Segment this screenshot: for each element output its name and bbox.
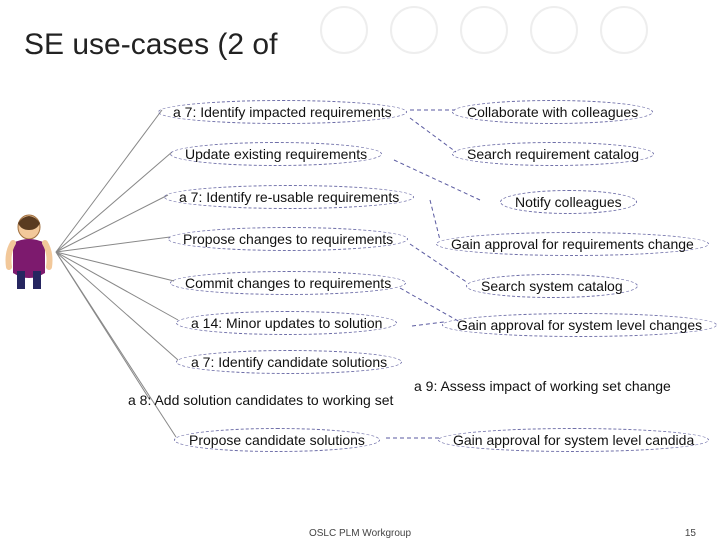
usecase-update-existing-requirements: Update existing requirements	[170, 142, 382, 166]
usecase-search-requirement-catalog: Search requirement catalog	[452, 142, 654, 166]
deco-circle	[390, 6, 438, 54]
usecase-propose-changes-requirements: Propose changes to requirements	[168, 227, 408, 251]
usecase-search-system-catalog: Search system catalog	[466, 274, 638, 298]
usecase-assess-impact-working-set: a 9: Assess impact of working set change	[414, 378, 671, 394]
deco-circle	[530, 6, 578, 54]
usecase-identify-candidate-solutions: a 7: Identify candidate solutions	[176, 350, 402, 374]
usecase-notify-colleagues: Notify colleagues	[500, 190, 637, 214]
slide-number: 15	[685, 528, 696, 539]
usecase-propose-candidate-solutions: Propose candidate solutions	[174, 428, 380, 452]
usecase-add-solution-candidates: a 8: Add solution candidates to working …	[128, 392, 393, 408]
usecase-commit-changes-requirements: Commit changes to requirements	[170, 271, 406, 295]
deco-circle	[600, 6, 648, 54]
system-engineer-actor	[1, 213, 57, 291]
usecase-gain-approval-req-change: Gain approval for requirements change	[436, 232, 709, 256]
association-lines	[0, 0, 720, 540]
page-title: SE use-cases (2 of	[24, 28, 277, 62]
person-icon	[1, 213, 57, 291]
usecase-collaborate-with-colleagues: Collaborate with colleagues	[452, 100, 653, 124]
usecase-identify-reusable-requirements: a 7: Identify re-usable requirements	[164, 185, 414, 209]
usecase-identify-impacted-requirements: a 7: Identify impacted requirements	[158, 100, 407, 124]
footer-workgroup: OSLC PLM Workgroup	[309, 528, 411, 539]
deco-circle	[460, 6, 508, 54]
deco-circle	[320, 6, 368, 54]
slide: SE use-cases (2 of a	[0, 0, 720, 540]
usecase-minor-updates-solution: a 14: Minor updates to solution	[176, 311, 397, 335]
usecase-gain-approval-system-candidate: Gain approval for system level candida	[438, 428, 709, 452]
usecase-gain-approval-system-changes: Gain approval for system level changes	[442, 313, 717, 337]
